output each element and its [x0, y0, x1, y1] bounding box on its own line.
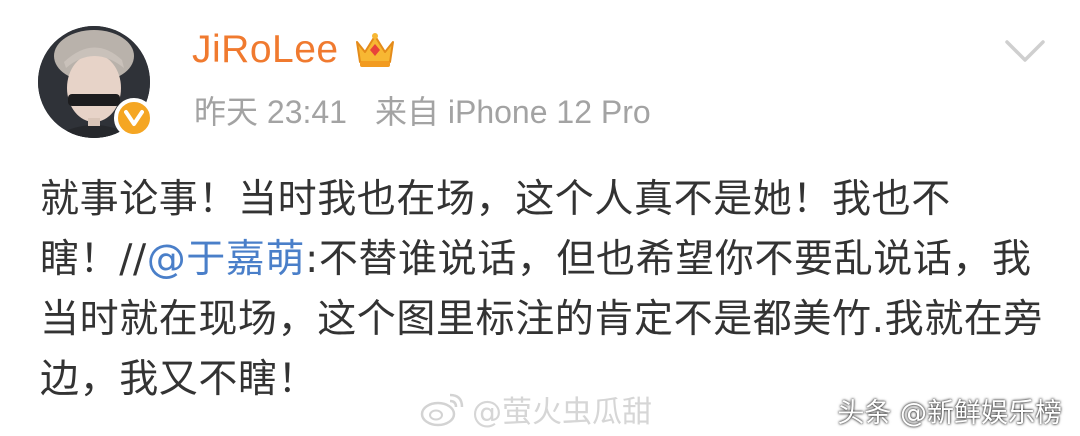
post-timestamp: 昨天 23:41: [194, 94, 347, 130]
weibo-logo-icon: [420, 393, 464, 427]
weibo-watermark-text: @萤火虫瓜甜: [472, 395, 652, 430]
chevron-down-icon[interactable]: [1002, 34, 1048, 68]
post-source: 来自 iPhone 12 Pro: [374, 94, 651, 130]
verified-v-icon: [114, 98, 154, 138]
toutiao-watermark-text: 头条 @新鲜娱乐榜: [837, 397, 1062, 429]
post-text: 就事论事！当时我也在场，这个人真不是她！我也不瞎！//@于嘉萌:不替谁说话，但也…: [40, 170, 1050, 410]
weibo-post-card: JiRoLee 昨天 23:41 来自 iPhone 12 Pro 就事论事！当…: [0, 0, 1080, 436]
weibo-watermark: @萤火虫瓜甜: [420, 386, 652, 432]
avatar[interactable]: [38, 26, 154, 142]
username[interactable]: JiRoLee: [192, 28, 339, 72]
username-row: JiRoLee: [192, 22, 397, 78]
toutiao-watermark: 头条 @新鲜娱乐榜: [837, 390, 1062, 430]
post-meta: 昨天 23:41 来自 iPhone 12 Pro: [194, 86, 651, 134]
crown-vip-icon[interactable]: [353, 30, 397, 70]
mention-link[interactable]: @于嘉萌: [147, 237, 305, 282]
